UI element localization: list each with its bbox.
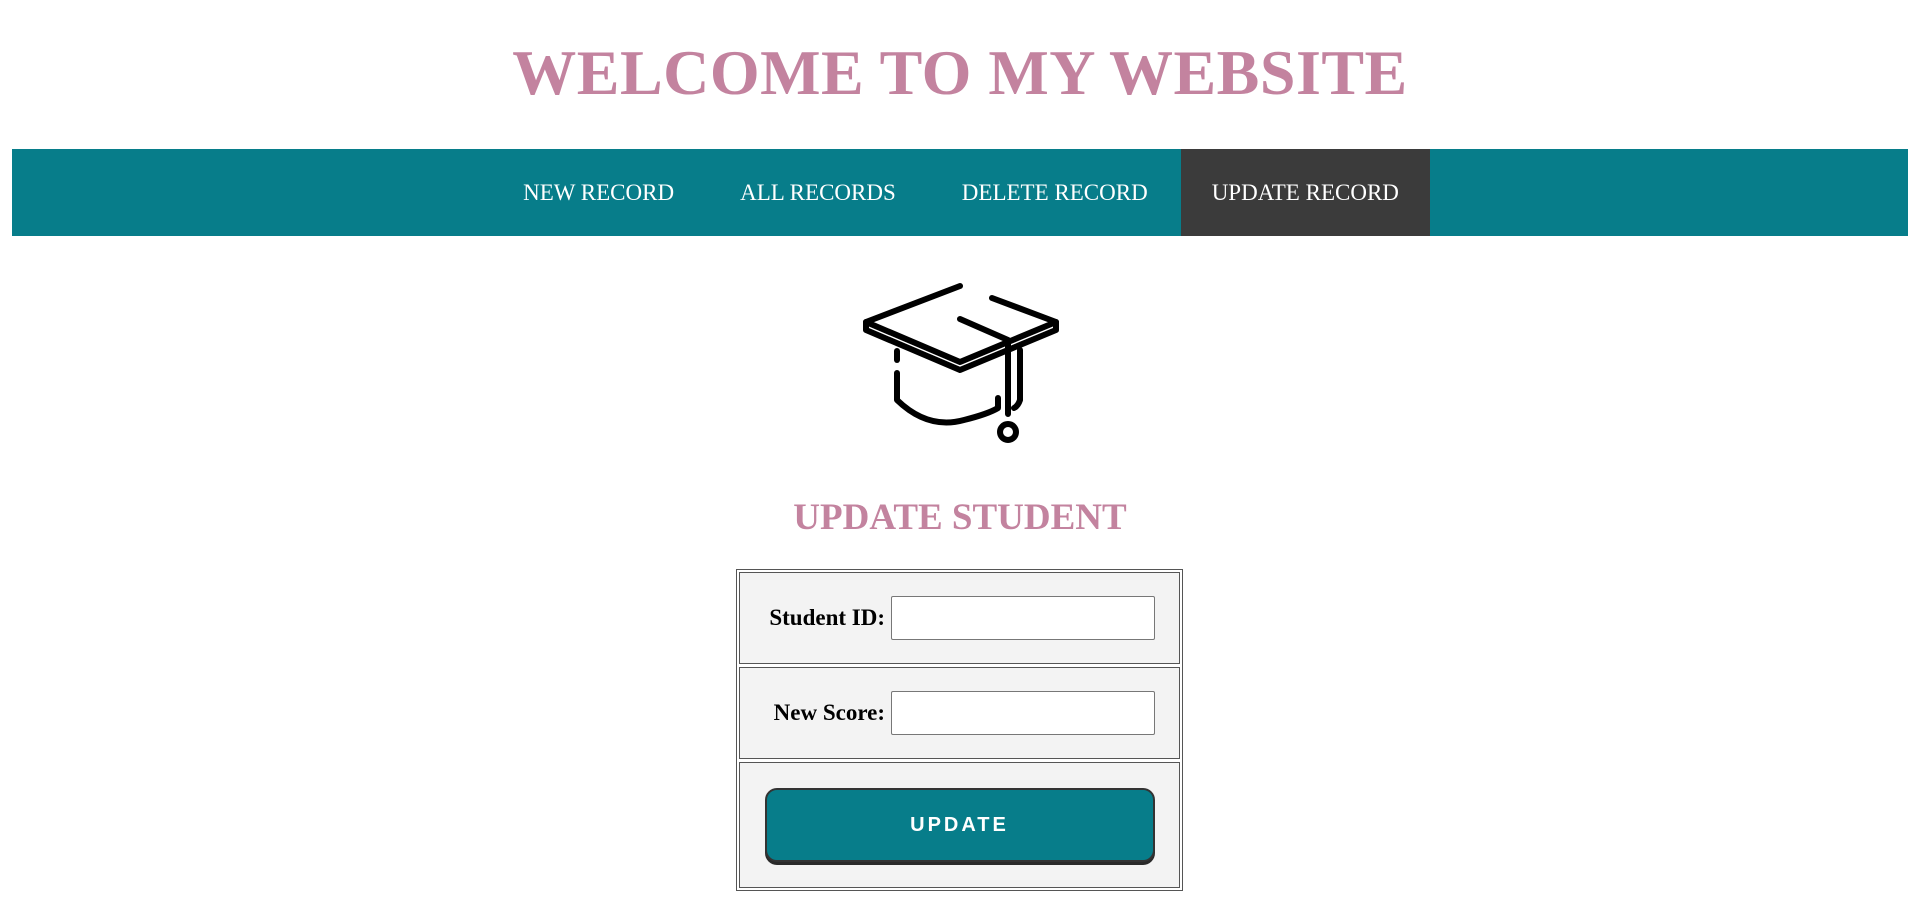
main-navbar: NEW RECORD ALL RECORDS DELETE RECORD UPD… xyxy=(12,149,1908,236)
nav-item-update-record[interactable]: UPDATE RECORD xyxy=(1180,149,1430,236)
nav-item-delete-record[interactable]: DELETE RECORD xyxy=(929,149,1181,236)
new-score-label: New Score: xyxy=(773,700,885,725)
student-id-row: Student ID: xyxy=(739,572,1180,664)
form-title: UPDATE STUDENT xyxy=(793,497,1127,538)
nav-item-all-records[interactable]: ALL RECORDS xyxy=(707,149,929,236)
update-button[interactable]: UPDATE xyxy=(764,788,1155,862)
update-student-form: Student ID: New Score: UPDATE xyxy=(736,569,1183,891)
nav-item-new-record[interactable]: NEW RECORD xyxy=(490,149,707,236)
site-title: WELCOME TO MY WEBSITE xyxy=(512,37,1408,108)
submit-row: UPDATE xyxy=(739,762,1180,888)
graduation-cap-icon xyxy=(860,280,1060,450)
student-id-label: Student ID: xyxy=(769,605,885,630)
student-id-input[interactable] xyxy=(891,596,1155,640)
new-score-input[interactable] xyxy=(891,691,1155,735)
new-score-row: New Score: xyxy=(739,667,1180,759)
